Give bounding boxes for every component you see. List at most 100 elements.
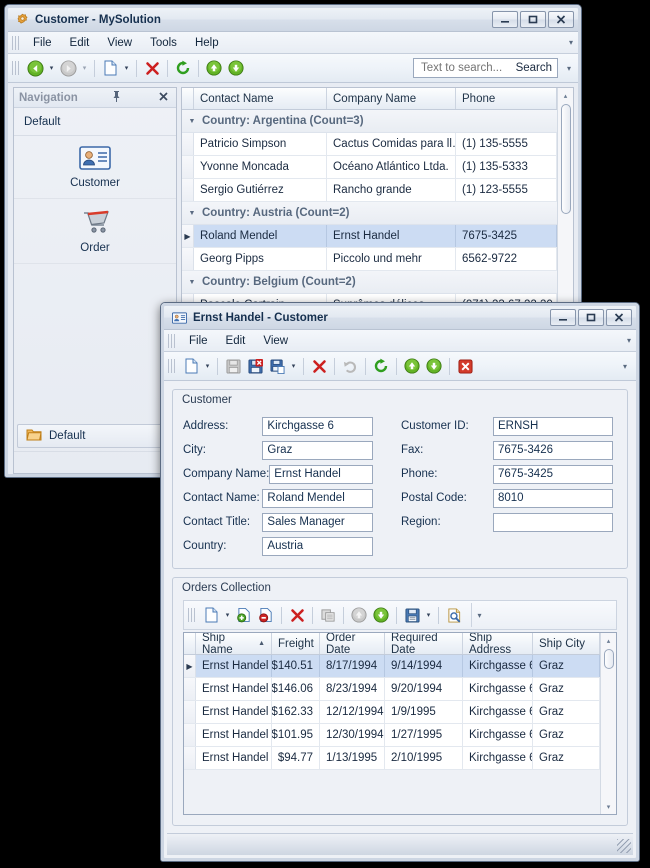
row-indicator[interactable] [182, 156, 194, 178]
move-down-button[interactable] [225, 57, 247, 79]
save-new-dropdown-button[interactable]: ▾ [288, 355, 299, 377]
maximize-button[interactable] [578, 309, 604, 326]
cell-ship-city[interactable]: Graz [533, 724, 600, 746]
table-row[interactable]: ▶ Roland Mendel Ernst Handel 7675-3425 [182, 225, 557, 248]
search-box[interactable]: Search [413, 58, 558, 78]
cell-company-name[interactable]: Cactus Comidas para ll… [327, 133, 456, 155]
row-indicator[interactable] [184, 678, 196, 700]
field-input-contactname[interactable]: Roland Mendel [262, 488, 373, 508]
cell-ship-city[interactable]: Graz [533, 678, 600, 700]
table-row[interactable]: Georg Pipps Piccolo und mehr 6562-9722 [182, 248, 557, 271]
cell-ship-city[interactable]: Graz [533, 747, 600, 769]
maximize-button[interactable] [520, 11, 546, 28]
orders-column-header-order-date[interactable]: Order Date [320, 633, 385, 656]
table-row[interactable]: Ernst Handel $162.33 12/12/1994 1/9/1995 Kir… [184, 701, 600, 724]
cell-ship-address[interactable]: Kirchgasse 6 [463, 678, 533, 700]
field-input-fax[interactable]: 7675-3426 [493, 440, 613, 460]
row-indicator[interactable]: ▶ [184, 655, 196, 677]
cell-contact-name[interactable]: Sergio Gutiérrez [194, 179, 327, 201]
forward-dropdown-button[interactable]: ▾ [79, 57, 90, 79]
toolbar-overflow-button[interactable]: ▾ [618, 362, 632, 371]
save-button[interactable] [222, 355, 244, 377]
toolbar-overflow-button[interactable]: ▾ [562, 64, 576, 73]
search-button[interactable]: Search [512, 62, 552, 74]
toolbar-grip[interactable] [168, 359, 176, 373]
copy-button[interactable] [317, 604, 339, 626]
table-row[interactable]: Patricio Simpson Cactus Comidas para ll…(… [182, 133, 557, 156]
new-button[interactable] [99, 57, 121, 79]
cell-ship-city[interactable]: Graz [533, 701, 600, 723]
scroll-down-arrow[interactable]: ▾ [601, 799, 617, 814]
cell-ship-name[interactable]: Ernst Handel [196, 678, 272, 700]
orders-column-header-ship-city[interactable]: Ship City [533, 633, 600, 654]
menubar-grip[interactable] [168, 333, 176, 348]
delete-button[interactable] [141, 57, 163, 79]
cell-freight[interactable]: $162.33 [272, 701, 320, 723]
column-header-company-name[interactable]: Company Name [327, 88, 456, 109]
group-row[interactable]: ▼ Country: Argentina (Count=3) [182, 110, 557, 133]
field-input-city[interactable]: Graz [262, 440, 373, 460]
orders-toolbar-overflow-button[interactable]: ▾ [471, 603, 487, 627]
row-indicator[interactable] [182, 179, 194, 201]
navigation-options-button[interactable]: ▾ [14, 451, 176, 473]
table-row[interactable]: Ernst Handel $146.06 8/23/1994 9/20/1994 Kir… [184, 678, 600, 701]
next-record-button[interactable] [423, 355, 445, 377]
cell-ship-city[interactable]: Graz [533, 655, 600, 677]
cell-phone[interactable]: (1) 123-5555 [456, 179, 557, 201]
group-row[interactable]: ▼ Country: Austria (Count=2) [182, 202, 557, 225]
cell-required-date[interactable]: 2/10/1995 [385, 747, 463, 769]
cell-order-date[interactable]: 8/17/1994 [320, 655, 385, 677]
chevron-down-icon[interactable]: ▼ [182, 279, 202, 286]
minimize-button[interactable] [492, 11, 518, 28]
chevron-down-icon[interactable]: ▼ [182, 210, 202, 217]
cell-contact-name[interactable]: Roland Mendel [194, 225, 327, 247]
cell-ship-address[interactable]: Kirchgasse 6 [463, 747, 533, 769]
orders-column-header-freight[interactable]: Freight [272, 633, 320, 654]
cell-contact-name[interactable]: Yvonne Moncada [194, 156, 327, 178]
menu-edit[interactable]: Edit [217, 332, 255, 350]
close-icon[interactable] [156, 91, 171, 104]
cell-required-date[interactable]: 9/20/1994 [385, 678, 463, 700]
new-dropdown-button[interactable]: ▾ [121, 57, 132, 79]
orders-column-header-required-date[interactable]: Required Date [385, 633, 463, 656]
link-button[interactable] [233, 604, 255, 626]
toolbar-grip[interactable] [12, 61, 20, 75]
close-button[interactable] [548, 11, 574, 28]
field-input-contacttitle[interactable]: Sales Manager [262, 512, 373, 532]
field-input-region[interactable] [493, 512, 613, 532]
menubar-overflow-button[interactable]: ▾ [622, 336, 636, 345]
menu-view[interactable]: View [254, 332, 297, 350]
export-button[interactable] [401, 604, 423, 626]
cell-company-name[interactable]: Ernst Handel [327, 225, 456, 247]
sidebar-item-customer[interactable]: Customer [14, 136, 176, 199]
table-row[interactable]: Sergio Gutiérrez Rancho grande (1) 123-555… [182, 179, 557, 202]
cell-phone[interactable]: (1) 135-5555 [456, 133, 557, 155]
new-order-button[interactable] [200, 604, 222, 626]
cell-company-name[interactable]: Rancho grande [327, 179, 456, 201]
menubar-grip[interactable] [12, 35, 20, 50]
previous-record-button[interactable] [401, 355, 423, 377]
cell-phone[interactable]: (1) 135-5333 [456, 156, 557, 178]
table-row[interactable]: ▶ Ernst Handel $140.51 8/17/1994 9/14/1994 Ki… [184, 655, 600, 678]
orders-vertical-scrollbar[interactable]: ▴ ▾ [600, 633, 616, 814]
move-up-button[interactable] [203, 57, 225, 79]
resize-grip[interactable] [617, 839, 631, 853]
menubar-overflow-button[interactable]: ▾ [564, 38, 578, 47]
cell-company-name[interactable]: Océano Atlántico Ltda. [327, 156, 456, 178]
cell-order-date[interactable]: 12/12/1994 [320, 701, 385, 723]
scroll-up-arrow[interactable]: ▴ [601, 633, 617, 648]
row-indicator[interactable] [182, 133, 194, 155]
cell-freight[interactable]: $140.51 [272, 655, 320, 677]
field-input-address[interactable]: Kirchgasse 6 [262, 416, 373, 436]
column-header-contact-name[interactable]: Contact Name [194, 88, 327, 109]
cell-phone[interactable]: 7675-3425 [456, 225, 557, 247]
sidebar-item-order[interactable]: Order [14, 199, 176, 264]
refresh-button[interactable] [172, 57, 194, 79]
new-order-button-dropdown[interactable]: ▾ [222, 604, 233, 626]
cell-required-date[interactable]: 1/27/1995 [385, 724, 463, 746]
undo-button[interactable] [339, 355, 361, 377]
cell-ship-name[interactable]: Ernst Handel [196, 655, 272, 677]
new-dropdown-button[interactable]: ▾ [202, 355, 213, 377]
cell-contact-name[interactable]: Georg Pipps [194, 248, 327, 270]
cell-ship-name[interactable]: Ernst Handel [196, 724, 272, 746]
